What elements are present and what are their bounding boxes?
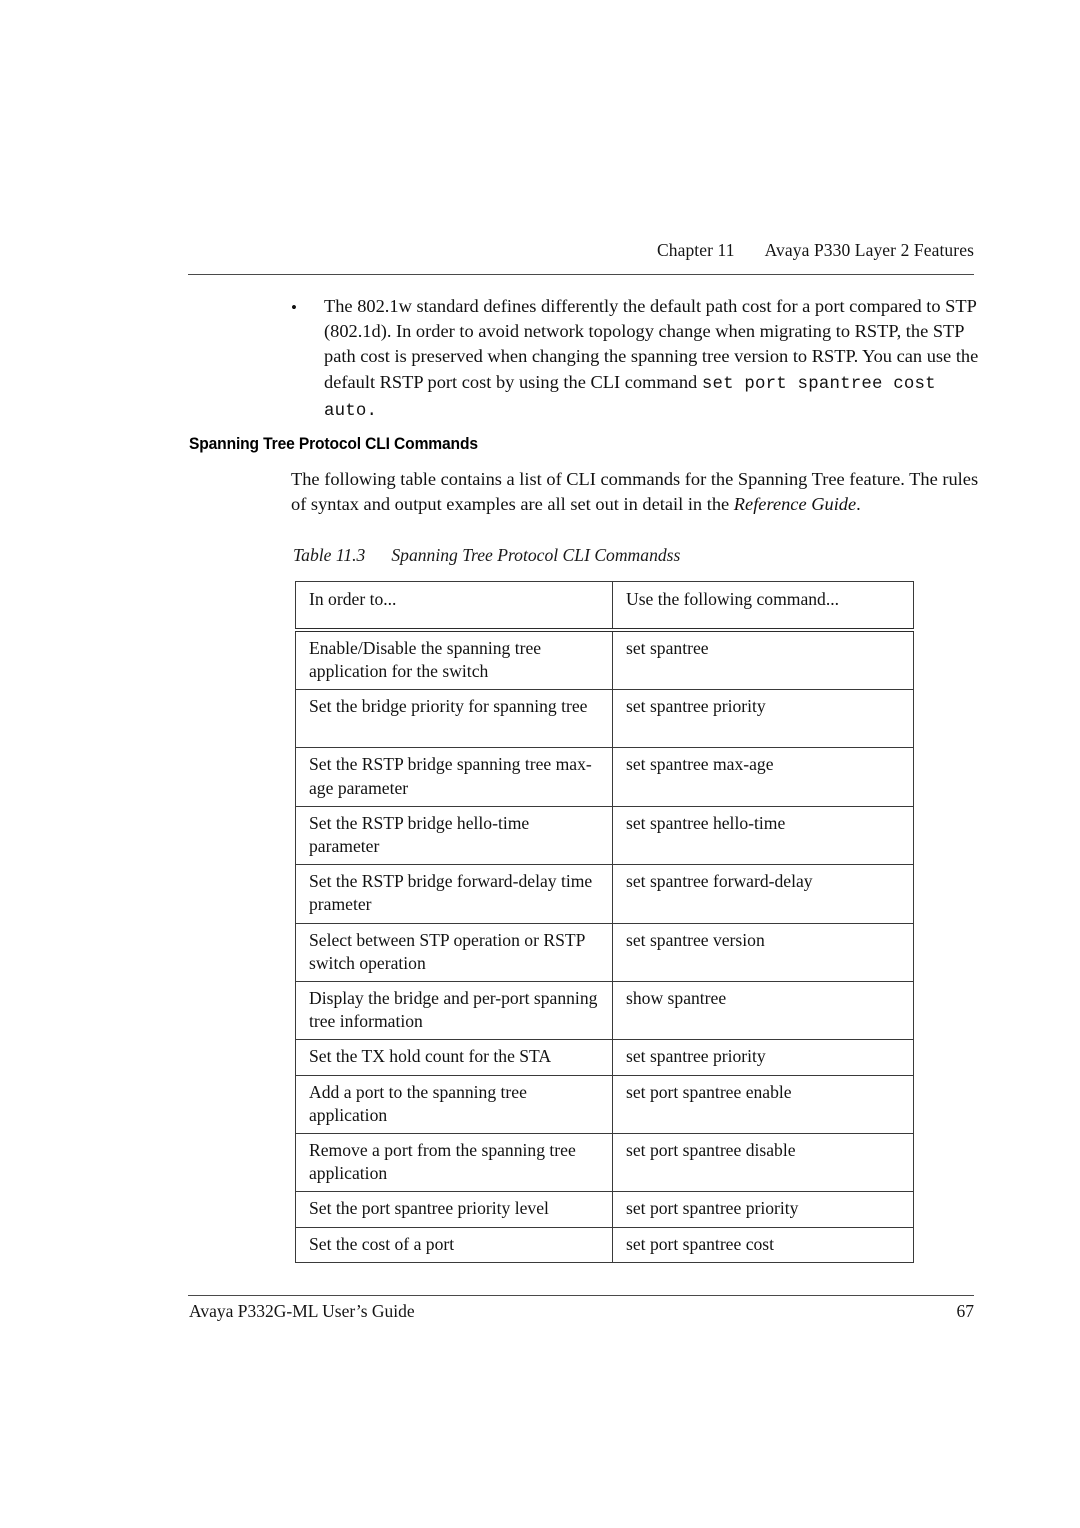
table-cell-command: set port spantree disable (612, 1133, 914, 1193)
table-cell-action: Display the bridge and per-port spanning… (295, 981, 613, 1041)
table-cell-action: Add a port to the spanning tree applicat… (295, 1074, 613, 1135)
table-row: Display the bridge and per-port spanning… (295, 981, 914, 1041)
document-page: Chapter 11 Avaya P330 Layer 2 Features • … (0, 0, 1080, 1528)
table-cell-action: Set the RSTP bridge spanning tree max-ag… (295, 747, 613, 807)
table-row: Remove a port from the spanning tree app… (295, 1133, 914, 1193)
intro-text-part-one: The following table contains a list of C… (291, 469, 979, 515)
bullet-paragraph: The 802.1w standard defines differently … (324, 294, 981, 424)
column-header-command: Use the following command... (612, 581, 914, 632)
table-caption-number: Table 11.3 (293, 545, 366, 565)
table-cell-command: set spantree version (612, 922, 914, 983)
intro-reference-guide-italic: Reference Guide (733, 494, 857, 515)
table-cell-action: Remove a port from the spanning tree app… (295, 1133, 613, 1193)
section-intro-paragraph: The following table contains a list of C… (291, 467, 983, 518)
header-title-label: Avaya P330 Layer 2 Features (764, 240, 974, 260)
table-cell-action: Select between STP operation or RSTP swi… (295, 922, 613, 983)
table-row: Enable/Disable the spanning tree applica… (295, 629, 914, 691)
table-row: Set the RSTP bridge spanning tree max-ag… (295, 747, 914, 807)
table-body: Enable/Disable the spanning tree applica… (295, 629, 914, 1263)
table-cell-command: set port spantree cost (612, 1226, 914, 1263)
intro-text-part-two: . (856, 494, 861, 515)
table-caption: Table 11.3 Spanning Tree Protocol CLI Com… (293, 545, 680, 566)
bullet-list-item: • The 802.1w standard defines differentl… (291, 294, 981, 424)
table-cell-action: Enable/Disable the spanning tree applica… (295, 629, 613, 691)
column-header-action: In order to... (295, 581, 613, 632)
table-cell-action: Set the RSTP bridge hello-time parameter (295, 805, 613, 866)
table-row: Set the bridge priority for spanning tre… (295, 689, 914, 749)
table-row: Set the TX hold count for the STA set spa… (295, 1039, 914, 1076)
table-row: Set the RSTP bridge hello-time parameter… (295, 805, 914, 866)
table-header-row: In order to... Use the following command… (295, 581, 914, 632)
footer-divider-rule (188, 1295, 974, 1296)
table-cell-command: set port spantree priority (612, 1191, 914, 1228)
running-header: Chapter 11 Avaya P330 Layer 2 Features (188, 240, 974, 261)
table-row: Select between STP operation or RSTP swi… (295, 922, 914, 983)
table-row: Set the cost of a port set port spantree … (295, 1226, 914, 1263)
table-cell-command: set port spantree enable (612, 1074, 914, 1135)
table-row: Add a port to the spanning tree applicat… (295, 1074, 914, 1135)
table-cell-action: Set the TX hold count for the STA (295, 1039, 613, 1076)
table-row: Set the RSTP bridge forward-delay time p… (295, 864, 914, 924)
header-divider-rule (188, 274, 974, 275)
table-row: Set the port spantree priority level set … (295, 1191, 914, 1228)
table-cell-command: set spantree forward-delay (612, 864, 914, 924)
table-cell-action: Set the port spantree priority level (295, 1191, 613, 1228)
footer-page-number: 67 (956, 1301, 975, 1321)
table-cell-command: set spantree hello-time (612, 805, 914, 866)
table-caption-title: Spanning Tree Protocol CLI Commandss (391, 545, 681, 565)
section-heading: Spanning Tree Protocol CLI Commands (189, 434, 478, 453)
cli-commands-table: In order to... Use the following command… (295, 581, 914, 1263)
table-cell-action: Set the bridge priority for spanning tre… (295, 689, 613, 749)
bullet-marker-icon: • (291, 298, 297, 317)
table-cell-action: Set the cost of a port (295, 1226, 613, 1263)
table-cell-command: set spantree max-age (612, 747, 914, 807)
table-cell-command: show spantree (612, 981, 914, 1041)
table-cell-command: set spantree priority (612, 1039, 914, 1076)
table-cell-command: set spantree (612, 629, 914, 691)
header-chapter-label: Chapter 11 (656, 240, 735, 260)
table-cell-command: set spantree priority (612, 689, 914, 749)
table-cell-action: Set the RSTP bridge forward-delay time p… (295, 864, 613, 924)
